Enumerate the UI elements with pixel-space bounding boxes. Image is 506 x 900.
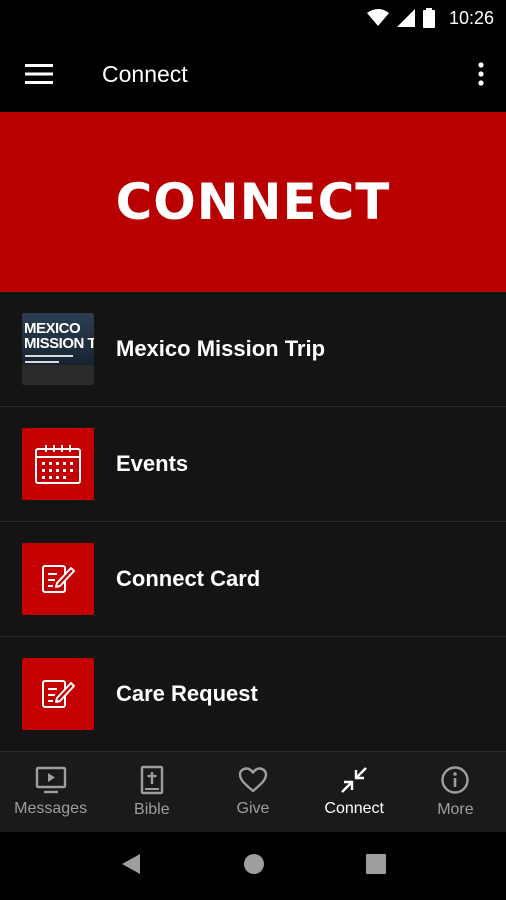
nav-label: Messages <box>14 800 88 817</box>
connect-list: MEXICOMISSION TRI Mexico Mission Trip <box>0 292 506 752</box>
heart-icon <box>238 767 268 793</box>
care-request-thumbnail <box>22 658 94 730</box>
home-icon[interactable] <box>243 853 265 880</box>
banner-title: CONNECT <box>115 173 391 231</box>
tv-play-icon <box>35 766 66 794</box>
recents-icon[interactable] <box>365 853 386 879</box>
nav-item-messages[interactable]: Messages <box>0 752 101 832</box>
nav-label: More <box>437 801 474 818</box>
list-item-label: Mexico Mission Trip <box>116 336 326 361</box>
nav-item-more[interactable]: More <box>405 752 506 832</box>
nav-item-give[interactable]: Give <box>202 752 303 832</box>
wifi-icon <box>366 9 389 27</box>
status-time: 10:26 <box>448 7 494 28</box>
overflow-menu-button[interactable] <box>456 36 506 112</box>
list-item-events[interactable]: Events <box>0 407 506 522</box>
nav-item-bible[interactable]: Bible <box>101 752 202 832</box>
events-thumbnail <box>22 428 94 500</box>
thumbnail-title: MEXICOMISSION TRI <box>24 320 94 352</box>
edit-note-icon <box>42 680 75 708</box>
nav-label: Give <box>236 800 270 817</box>
status-bar: 10:26 <box>0 0 506 36</box>
hamburger-menu-icon <box>25 64 53 84</box>
connect-banner: CONNECT <box>0 112 506 292</box>
hamburger-menu-button[interactable] <box>0 36 80 112</box>
list-item-care-request[interactable]: Care Request <box>0 637 506 752</box>
nav-label: Connect <box>324 800 384 817</box>
page-title: Connect <box>102 60 188 87</box>
list-item-connect-card[interactable]: Connect Card <box>0 522 506 637</box>
info-icon <box>441 766 470 794</box>
more-vert-icon <box>478 62 484 86</box>
signal-icon <box>396 9 415 27</box>
nav-label: Bible <box>134 801 170 818</box>
bottom-nav: Messages Bible Give Connect More <box>0 752 506 832</box>
battery-icon <box>422 8 435 28</box>
bible-icon <box>140 765 163 795</box>
list-item-label: Care Request <box>116 681 258 706</box>
nav-item-connect[interactable]: Connect <box>304 752 405 832</box>
back-icon[interactable] <box>120 852 142 881</box>
list-item-mexico-mission-trip[interactable]: MEXICOMISSION TRI Mexico Mission Trip <box>0 292 506 407</box>
app-bar: Connect <box>0 36 506 112</box>
collapse-arrows-icon <box>341 767 368 793</box>
calendar-icon <box>35 445 81 484</box>
list-item-label: Connect Card <box>116 566 261 591</box>
edit-note-icon <box>42 565 75 593</box>
mexico-mission-trip-thumbnail: MEXICOMISSION TRI <box>22 313 94 385</box>
connect-card-thumbnail <box>22 543 94 615</box>
list-item-label: Events <box>116 451 189 476</box>
system-nav-bar <box>0 832 506 900</box>
